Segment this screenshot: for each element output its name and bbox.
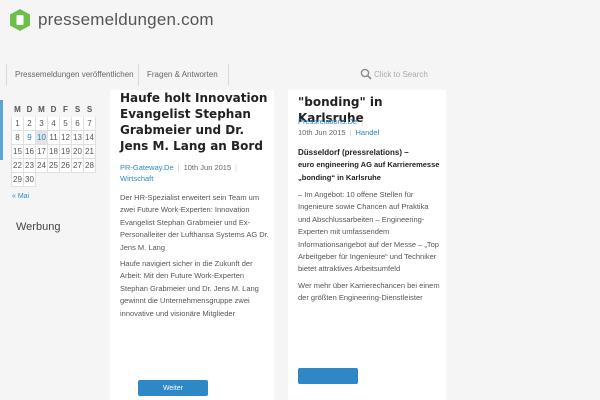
article-title[interactable]: Haufe holt Innovation Evangelist Stephan… [120, 90, 267, 154]
calendar-day: 21 [83, 144, 96, 159]
article-category-link[interactable]: Wirtschaft [120, 174, 153, 183]
calendar-day: 25 [47, 158, 60, 173]
site-header: pressemeldungen.com [0, 0, 600, 60]
calendar-empty-cell [35, 172, 48, 187]
read-more-button[interactable] [298, 368, 358, 384]
site-title[interactable]: pressemeldungen.com [38, 10, 214, 30]
article-paragraph: Der HR-Spezialist erweitert sein Team um… [120, 193, 269, 252]
weekday-header: D [23, 102, 36, 117]
article-date: 10th Jun 2015 [298, 128, 346, 137]
weekday-header: D [47, 102, 60, 117]
calendar-day: 15 [11, 144, 24, 159]
weekday-header: M [11, 102, 24, 117]
calendar-day: 26 [59, 158, 72, 173]
weekday-header: S [83, 102, 96, 117]
calendar-day: 20 [71, 144, 84, 159]
nav-divider [228, 64, 229, 86]
article-category-link[interactable]: Handel [356, 128, 380, 137]
article-meta: PR-Gateway.De | 10th Jun 2015 | Wirtschaft [120, 162, 270, 184]
weekday-header: M [35, 102, 48, 117]
search-input[interactable] [374, 67, 464, 81]
calendar-day: 11 [47, 130, 60, 145]
calendar-day: 30 [23, 172, 36, 187]
calendar: M D M D F S S 1 2 3 4 5 6 7 8 9 10 11 12… [11, 102, 96, 187]
calendar-day: 16 [23, 144, 36, 159]
calendar-day: 13 [71, 130, 84, 145]
calendar-accent-bar [0, 100, 3, 160]
calendar-prev-month-link[interactable]: « Mai [12, 193, 29, 200]
article-bullets: – Im Angebot: 10 offene Stellen für Inge… [298, 190, 439, 274]
meta-separator: | [235, 163, 238, 172]
article-title-line[interactable]: Grabmeier und Dr. [120, 122, 267, 138]
calendar-day: 28 [83, 158, 96, 173]
calendar-day: 27 [71, 158, 84, 173]
calendar-day: 19 [59, 144, 72, 159]
logo-icon[interactable] [8, 8, 32, 32]
article-date: 10th Jun 2015 [183, 163, 232, 172]
article-meta: Pressrelations.De | 10th Jun 2015 | Handel [298, 116, 443, 138]
article-card: Haufe holt Innovation Evangelist Stephan… [110, 90, 274, 400]
calendar-empty-cell [59, 172, 72, 187]
calendar-day: 6 [71, 116, 84, 131]
article-excerpt: Der HR-Spezialist erweitert sein Team um… [120, 192, 270, 324]
calendar-day-today[interactable]: 10 [35, 130, 48, 145]
meta-separator: | [361, 117, 364, 126]
article-title-line[interactable]: Jens M. Lang an Bord [120, 138, 267, 154]
meta-separator: | [177, 163, 180, 172]
article-source-link[interactable]: PR-Gateway.De [120, 163, 174, 172]
weekday-header: S [71, 102, 84, 117]
article-title-line[interactable]: Evangelist Stephan [120, 106, 267, 122]
article-dateline: Düsseldorf (pressrelations) – [298, 148, 409, 157]
calendar-day: 24 [35, 158, 48, 173]
article-title-line[interactable]: Haufe holt Innovation [120, 90, 267, 106]
article-paragraph: Haufe navigiert sicher in die Zukunft de… [120, 259, 259, 318]
main-nav: Pressemeldungen veröffentlichen Fragen &… [0, 62, 600, 88]
calendar-empty-cell [47, 172, 60, 187]
calendar-day: 18 [47, 144, 60, 159]
calendar-day: 14 [83, 130, 96, 145]
nav-divider [138, 64, 139, 86]
search-icon[interactable] [360, 68, 372, 80]
calendar-day: 12 [59, 130, 72, 145]
calendar-day: 23 [23, 158, 36, 173]
calendar-day: 8 [11, 130, 24, 145]
meta-separator: | [349, 128, 352, 137]
calendar-day-link[interactable]: 9 [23, 130, 36, 145]
calendar-day: 17 [35, 144, 48, 159]
article-subhead: euro engineering AG auf Karrieremesse „b… [298, 160, 440, 182]
sidebar-heading-ads: Werbung [16, 221, 61, 233]
article-excerpt: Düsseldorf (pressrelations) – euro engin… [298, 146, 441, 309]
article-source-link[interactable]: Pressrelations.De [298, 117, 357, 126]
nav-divider [6, 64, 7, 86]
nav-item-faq[interactable]: Fragen & Antworten [147, 70, 218, 79]
calendar-day: 7 [83, 116, 96, 131]
calendar-empty-cell [71, 172, 84, 187]
article-paragraph: Wer mehr über Karrierechancen bei einem … [298, 280, 440, 303]
weekday-header: F [59, 102, 72, 117]
calendar-day: 22 [11, 158, 24, 173]
calendar-day: 2 [23, 116, 36, 131]
article-card: "bonding" in Karlsruhe Pressrelations.De… [288, 90, 446, 400]
calendar-day: 4 [47, 116, 60, 131]
calendar-day: 5 [59, 116, 72, 131]
nav-item-publish[interactable]: Pressemeldungen veröffentlichen [15, 70, 134, 79]
calendar-day: 29 [11, 172, 24, 187]
calendar-day: 1 [11, 116, 24, 131]
read-more-button[interactable]: Weiter [138, 380, 208, 396]
calendar-day: 3 [35, 116, 48, 131]
calendar-empty-cell [83, 172, 96, 187]
